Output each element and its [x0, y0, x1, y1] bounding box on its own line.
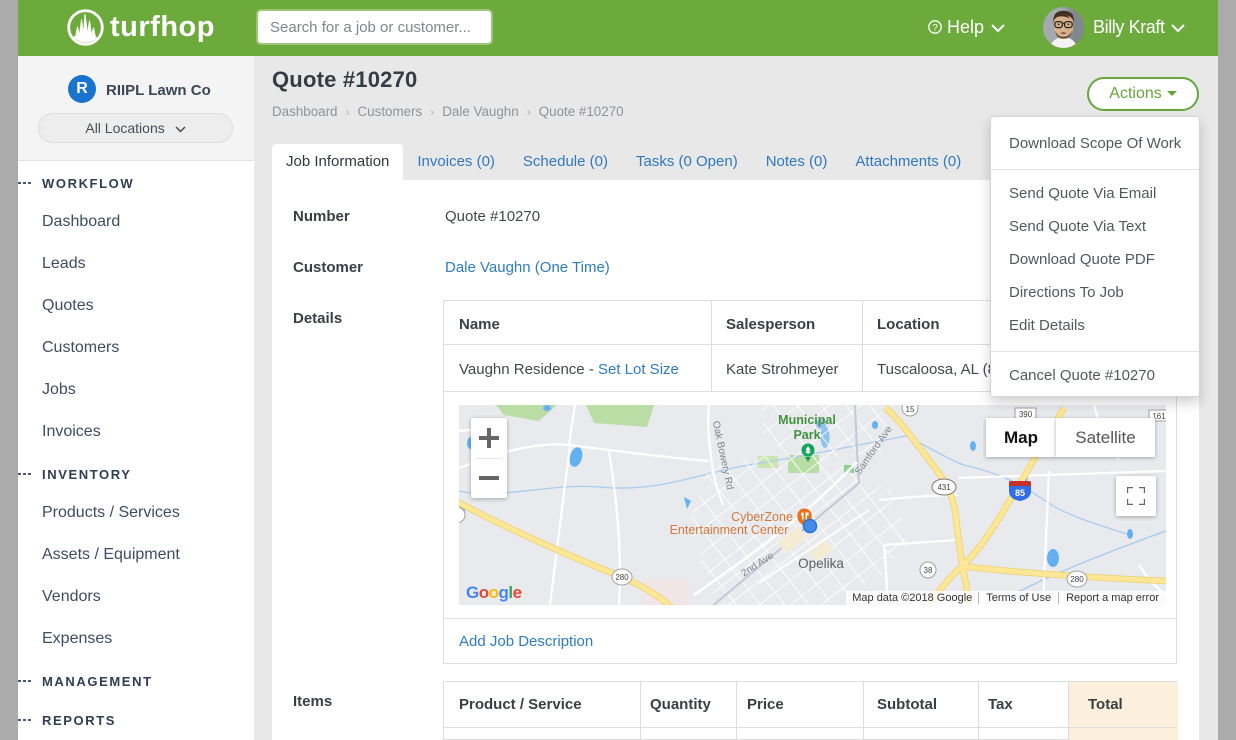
- svg-text:280: 280: [1070, 575, 1084, 584]
- svg-text:CyberZone: CyberZone: [731, 510, 793, 524]
- svg-text:85: 85: [1015, 488, 1025, 498]
- svg-text:280: 280: [615, 573, 629, 582]
- svg-text:Opelika: Opelika: [798, 556, 844, 571]
- svg-text:Municipal: Municipal: [778, 413, 836, 427]
- svg-text:Park: Park: [793, 428, 820, 442]
- svg-text:38: 38: [924, 566, 933, 575]
- svg-text:15: 15: [906, 405, 915, 414]
- svg-text:431: 431: [937, 483, 951, 492]
- svg-text:Entertainment Center: Entertainment Center: [670, 523, 789, 537]
- svg-text:?: ?: [932, 23, 938, 34]
